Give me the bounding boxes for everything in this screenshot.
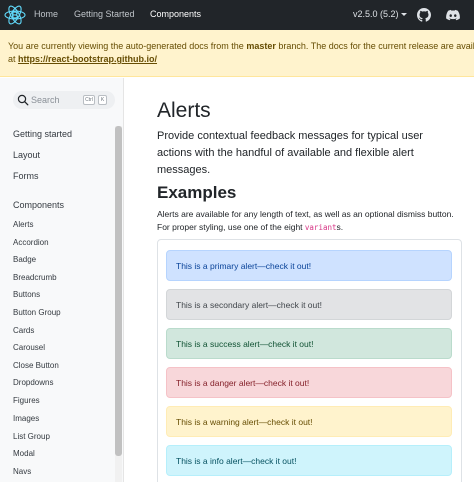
sidebar-item-button-group[interactable]: Button Group [13, 308, 61, 317]
alert-text: This is a secondary alert—check it out! [176, 299, 322, 310]
sidebar-scrollbar-thumb[interactable] [115, 126, 122, 456]
alert-text: This is a success alert—check it out! [176, 338, 314, 349]
sidebar-item-components[interactable]: Components [13, 200, 64, 210]
sidebar-item-buttons[interactable]: Buttons [13, 290, 40, 299]
sidebar: Search Ctrl K Getting started Layout For… [0, 78, 124, 482]
search-input[interactable]: Search Ctrl K [13, 91, 115, 109]
alert-text: This is a info alert—check it out! [176, 455, 297, 466]
version-label: v2.5.0 (5.2) [353, 9, 399, 19]
react-bootstrap-logo-icon[interactable]: B [4, 4, 26, 26]
discord-icon[interactable] [446, 8, 460, 22]
alert-info: This is a info alert—check it out! [166, 445, 452, 476]
banner-link-line: at https://react-bootstrap.github.io/ [8, 54, 157, 64]
nav-link-home[interactable]: Home [34, 9, 58, 19]
sidebar-item-images[interactable]: Images [13, 414, 39, 423]
sidebar-item-figures[interactable]: Figures [13, 396, 40, 405]
sidebar-item-carousel[interactable]: Carousel [13, 343, 45, 352]
variant-code: variant [304, 223, 337, 232]
banner-text-start: You are currently viewing the auto-gener… [8, 41, 247, 51]
banner-branch: master [246, 41, 276, 51]
sidebar-item-badge[interactable]: Badge [13, 255, 36, 264]
alert-text: This is a primary alert—check it out! [176, 260, 312, 271]
sidebar-item-modal[interactable]: Modal [13, 449, 35, 458]
shortcut-key-k: K [98, 95, 107, 105]
sidebar-item-getting-started[interactable]: Getting started [13, 129, 72, 139]
search-placeholder: Search [31, 95, 60, 105]
sidebar-item-forms[interactable]: Forms [13, 171, 39, 181]
github-icon[interactable] [417, 8, 431, 22]
sidebar-item-alerts[interactable]: Alerts [13, 220, 33, 229]
sidebar-item-layout[interactable]: Layout [13, 150, 40, 160]
alert-primary: This is a primary alert—check it out! [166, 250, 452, 281]
version-dropdown[interactable]: v2.5.0 (5.2) [353, 9, 407, 19]
sidebar-item-list-group[interactable]: List Group [13, 432, 50, 441]
sidebar-item-accordion[interactable]: Accordion [13, 238, 49, 247]
sidebar-item-dropdowns[interactable]: Dropdowns [13, 378, 53, 387]
nav-link-getting-started[interactable]: Getting Started [74, 9, 135, 19]
shortcut-key-ctrl: Ctrl [83, 95, 95, 105]
banner-text-end: branch. The docs for the current release… [275, 41, 474, 51]
nav-link-components[interactable]: Components [150, 9, 201, 19]
sidebar-item-navs[interactable]: Navs [13, 467, 31, 476]
docs-version-banner: You are currently viewing the auto-gener… [0, 30, 474, 77]
chevron-down-icon [400, 13, 407, 17]
alert-text: This is a warning alert—check it out! [176, 416, 313, 427]
alert-text: This is a danger alert—check it out! [176, 377, 310, 388]
top-navbar: B Home Getting Started Components v2.5.0… [0, 0, 474, 30]
section-title-examples: Examples [157, 183, 237, 202]
svg-text:B: B [11, 11, 18, 22]
alert-success: This is a success alert—check it out! [166, 328, 452, 359]
page-lead: Provide contextual feedback messages for… [157, 130, 423, 176]
sidebar-item-breadcrumb[interactable]: Breadcrumb [13, 273, 57, 282]
page-title: Alerts [157, 99, 211, 122]
sidebar-item-cards[interactable]: Cards [13, 326, 34, 335]
release-docs-link[interactable]: https://react-bootstrap.github.io/ [18, 54, 157, 64]
examples-description: Alerts are available for any length of t… [157, 208, 457, 234]
description-text-end: s. [336, 222, 344, 232]
alert-danger: This is a danger alert—check it out! [166, 367, 452, 398]
search-icon [17, 94, 29, 106]
banner-text: You are currently viewing the auto-gener… [8, 41, 474, 51]
sidebar-item-close-button[interactable]: Close Button [13, 361, 59, 370]
alert-warning: This is a warning alert—check it out! [166, 406, 452, 437]
banner-text-at: at [8, 54, 19, 64]
alert-secondary: This is a secondary alert—check it out! [166, 289, 452, 320]
